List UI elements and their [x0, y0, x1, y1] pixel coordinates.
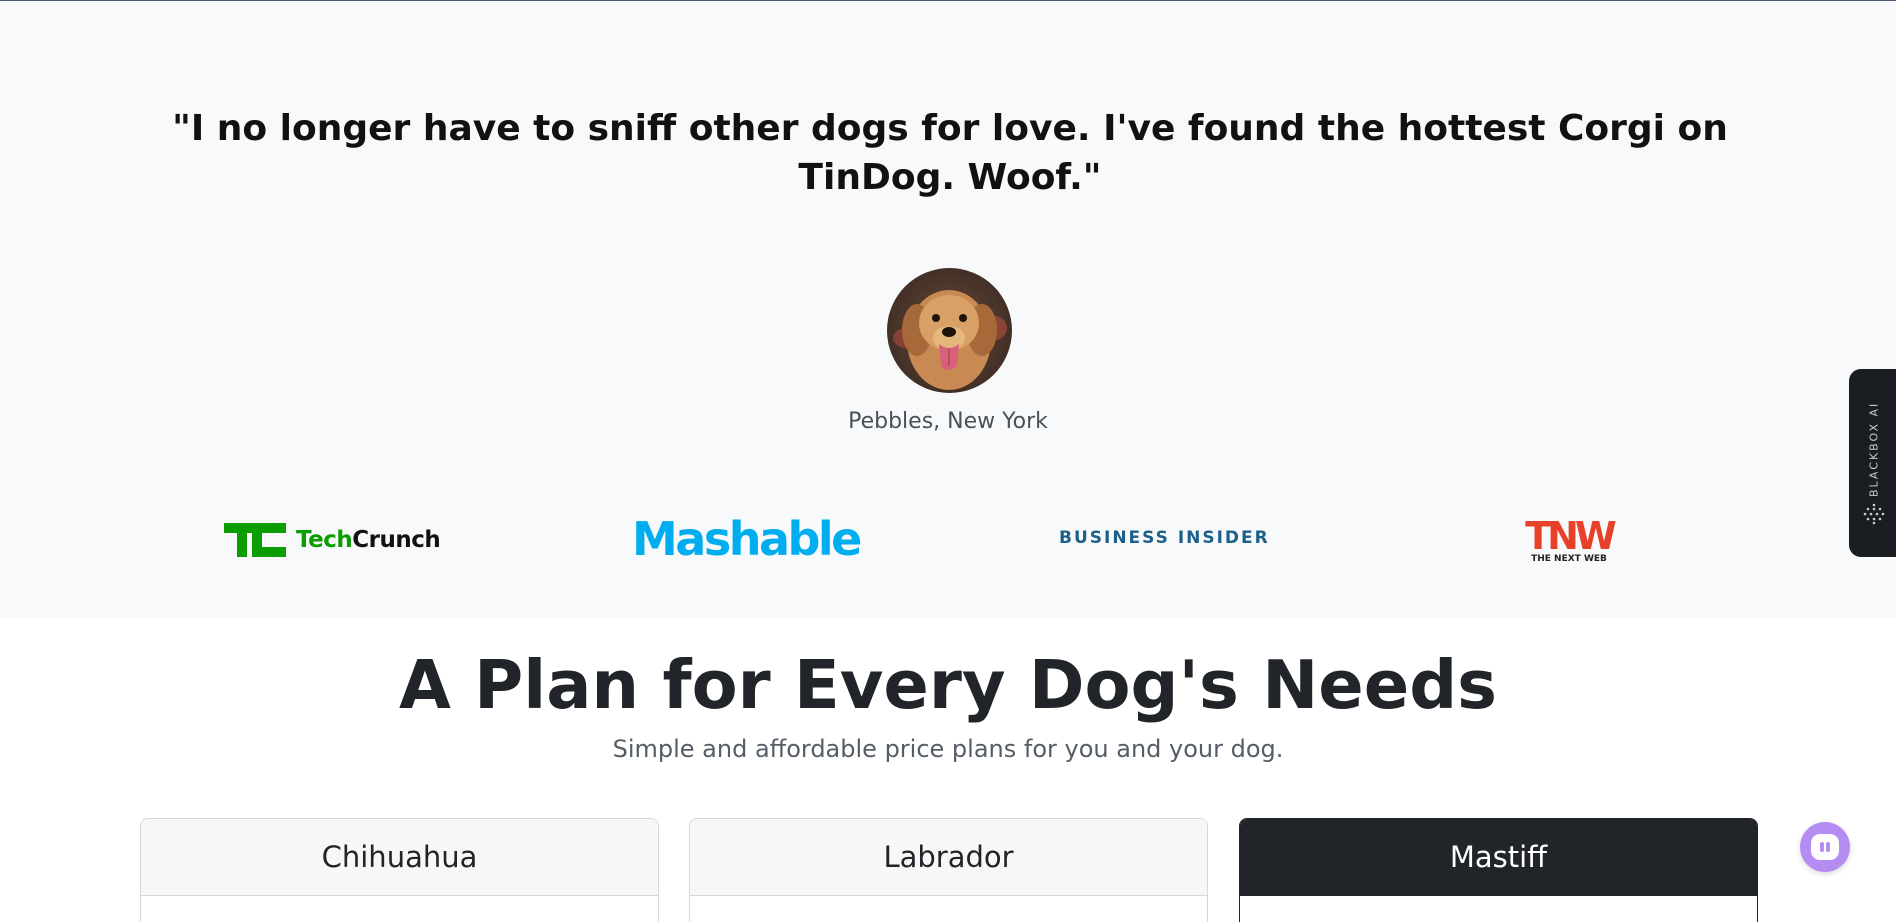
mashable-logo: Mashable [632, 512, 862, 566]
blackbox-dots-icon [1863, 503, 1885, 525]
plan-card-header: Chihuahua [141, 819, 658, 896]
tnw-wordmark: TNW [1525, 514, 1617, 558]
techcrunch-wordmark: TechCrunch [296, 527, 441, 553]
pricing-subtitle: Simple and affordable price plans for yo… [612, 735, 1284, 763]
business-insider-logo: BUSINESS INSIDER [1059, 528, 1270, 548]
techcrunch-mark-icon [224, 523, 286, 557]
plan-card-mastiff: Mastiff [1239, 818, 1758, 922]
testimonial-quote: "I no longer have to sniff other dogs fo… [172, 108, 1728, 198]
testimonial-section: "I no longer have to sniff other dogs fo… [0, 1, 1896, 618]
techcrunch-tech-text: Tech [296, 527, 353, 553]
plan-card-labrador: Labrador [689, 818, 1208, 922]
techcrunch-crunch-text: Crunch [352, 527, 441, 553]
testimonial-author: Pebbles, New York [848, 409, 1048, 434]
dog-photo-image [887, 268, 1012, 393]
chat-button[interactable] [1800, 822, 1850, 872]
plan-card-header: Labrador [690, 819, 1207, 896]
plan-card-chihuahua: Chihuahua [140, 818, 659, 922]
tnw-subtitle: THE NEXT WEB [1531, 554, 1607, 564]
blackbox-ai-side-widget[interactable]: BLACKBOX AI [1849, 369, 1896, 557]
pricing-title: A Plan for Every Dog's Needs [398, 646, 1498, 724]
plan-card-header: Mastiff [1240, 819, 1757, 896]
blackbox-ai-label: BLACKBOX AI [1867, 401, 1881, 497]
chat-icon [1811, 834, 1839, 860]
dog-avatar [887, 268, 1012, 393]
techcrunch-logo: TechCrunch [224, 521, 441, 559]
tnw-logo: TNW THE NEXT WEB [1524, 514, 1617, 564]
